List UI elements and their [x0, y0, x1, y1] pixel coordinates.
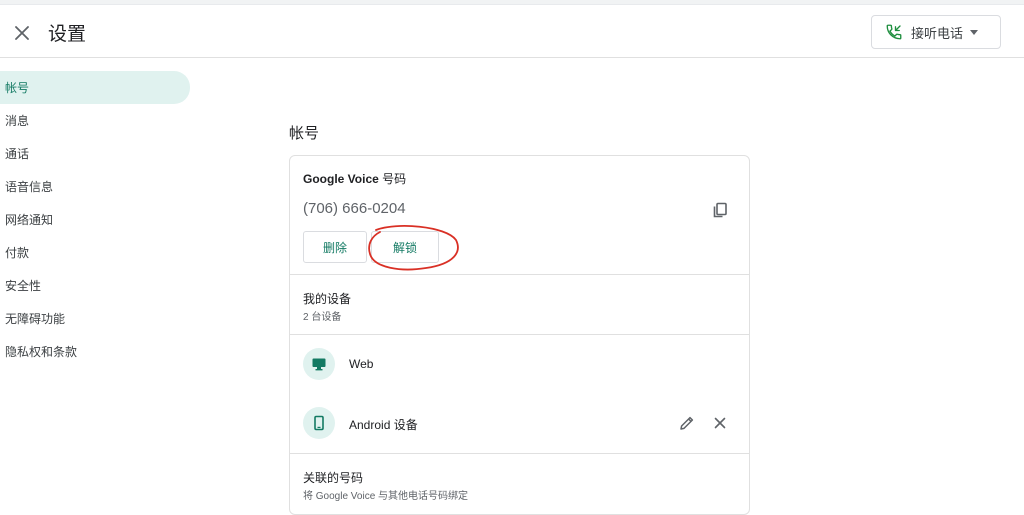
monitor-icon	[312, 358, 326, 371]
sidebar-item-label: 通话	[5, 147, 30, 161]
sidebar-item-payments[interactable]: 付款	[0, 236, 192, 269]
device-icon-circle	[303, 348, 335, 380]
phone-device-icon	[314, 415, 324, 431]
settings-header: 设置 接听电话	[0, 5, 1024, 58]
section-divider	[290, 453, 749, 454]
delete-number-button[interactable]: 删除	[303, 231, 367, 263]
device-row-android: Android 设备	[290, 403, 749, 443]
remove-device-button[interactable]	[711, 414, 729, 432]
my-devices-title: 我的设备	[303, 292, 352, 306]
device-row-web: Web	[290, 344, 749, 384]
sidebar-item-messages[interactable]: 消息	[0, 104, 192, 137]
google-voice-number-label: Google Voice 号码	[303, 170, 406, 187]
close-icon	[15, 26, 29, 40]
device-name: Android 设备	[349, 418, 418, 432]
sidebar-item-account[interactable]: 帐号	[0, 71, 190, 104]
device-count: 2 台设备	[303, 312, 342, 323]
sidebar-item-privacy-terms[interactable]: 隐私权和条款	[0, 335, 192, 368]
device-name: Web	[349, 357, 374, 371]
edit-device-button[interactable]	[678, 414, 696, 432]
close-icon	[714, 417, 726, 429]
gv-label-suffix: 号码	[378, 172, 407, 186]
page-title: 设置	[48, 24, 87, 45]
call-button-label: 接听电话	[911, 25, 964, 41]
sidebar-item-calls[interactable]: 通话	[0, 137, 192, 170]
linked-numbers-subtitle: 将 Google Voice 与其他电话号码绑定	[303, 491, 469, 502]
device-icon-circle	[303, 407, 335, 439]
sidebar-item-label: 付款	[5, 246, 30, 260]
sidebar-item-web-notifications[interactable]: 网络通知	[0, 203, 192, 236]
sidebar-item-label: 安全性	[5, 279, 42, 293]
settings-sidebar: 帐号 消息 通话 语音信息 网络通知 付款 安全性 无障碍功能 隐私权和条款	[0, 71, 192, 368]
sidebar-item-label: 无障碍功能	[5, 312, 66, 326]
sidebar-item-label: 消息	[5, 114, 30, 128]
sidebar-item-label: 帐号	[5, 81, 30, 95]
section-divider	[290, 274, 749, 275]
sidebar-item-label: 语音信息	[5, 180, 54, 194]
sidebar-item-security[interactable]: 安全性	[0, 269, 192, 302]
sidebar-item-accessibility[interactable]: 无障碍功能	[0, 302, 192, 335]
linked-numbers-title: 关联的号码	[303, 471, 364, 485]
chevron-down-icon	[970, 29, 978, 35]
pencil-icon	[680, 416, 694, 430]
account-section-title: 帐号	[289, 125, 320, 142]
account-card: Google Voice 号码 (706) 666-0204 删除 解锁 我的设…	[289, 155, 750, 515]
section-divider	[290, 334, 749, 335]
sidebar-item-voicemail[interactable]: 语音信息	[0, 170, 192, 203]
phone-number: (706) 666-0204	[303, 200, 406, 217]
close-button[interactable]	[10, 21, 34, 45]
copy-icon	[713, 202, 727, 218]
gv-label-bold: Google Voice	[303, 172, 379, 186]
copy-number-button[interactable]	[711, 201, 729, 219]
phone-incoming-icon	[886, 24, 902, 40]
sidebar-item-label: 隐私权和条款	[5, 345, 78, 359]
incoming-calls-dropdown[interactable]: 接听电话	[871, 15, 1001, 49]
red-circle-annotation	[368, 225, 459, 271]
sidebar-item-label: 网络通知	[5, 213, 54, 227]
